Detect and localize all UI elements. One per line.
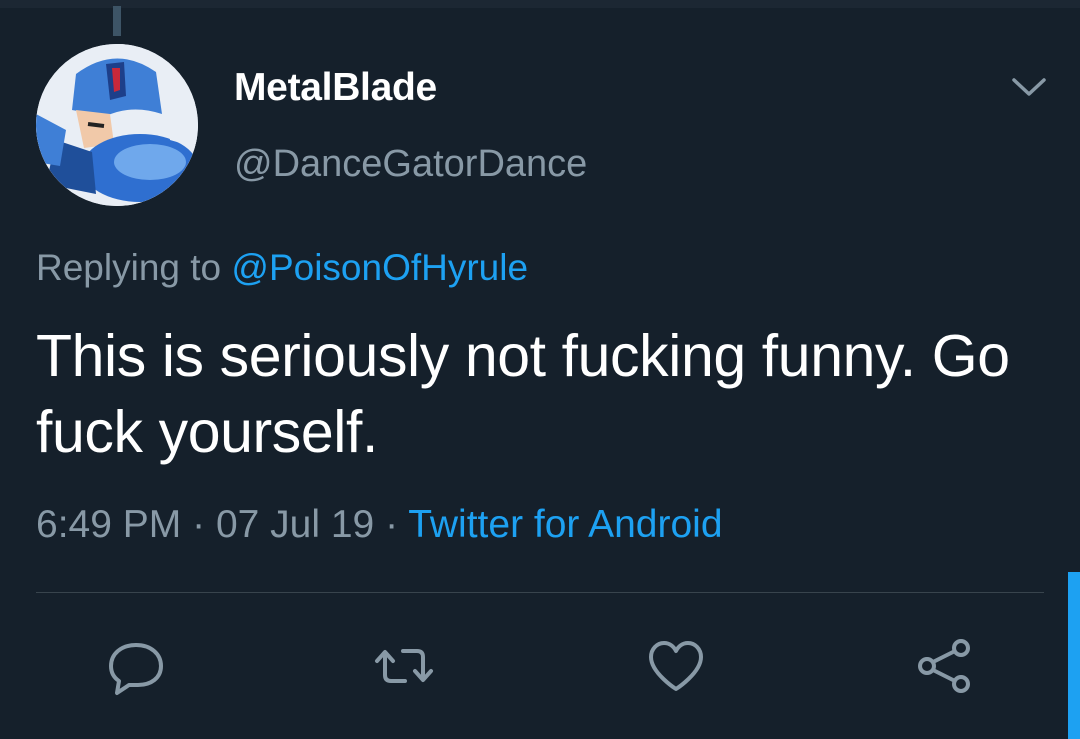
scrollbar[interactable]	[1068, 572, 1080, 739]
user-handle[interactable]: @DanceGatorDance	[234, 143, 587, 186]
avatar[interactable]	[36, 44, 198, 206]
like-button[interactable]	[644, 634, 708, 698]
display-name[interactable]: MetalBlade	[234, 66, 437, 110]
avatar-image	[36, 44, 198, 206]
tweet-text: This is seriously not fucking funny. Go …	[36, 323, 1010, 465]
top-strip	[0, 0, 1080, 8]
retweet-icon	[375, 649, 433, 683]
reply-context: Replying to @PoisonOfHyrule	[36, 247, 528, 289]
heart-icon	[649, 641, 703, 691]
reply-mention-link[interactable]: @PoisonOfHyrule	[231, 247, 528, 288]
tweet-time[interactable]: 6:49 PM	[36, 503, 181, 546]
meta-separator: ·	[192, 503, 206, 546]
share-icon	[918, 639, 970, 693]
share-button[interactable]	[912, 634, 976, 698]
reply-icon	[109, 643, 163, 695]
tweet-source-link[interactable]: Twitter for Android	[408, 503, 722, 546]
chevron-down-icon	[1012, 78, 1046, 96]
tweet-metadata: 6:49 PM · 07 Jul 19 · Twitter for Androi…	[36, 503, 723, 547]
tweet-date[interactable]: 07 Jul 19	[216, 503, 374, 546]
meta-separator: ·	[385, 503, 399, 546]
divider	[36, 592, 1044, 593]
reply-context-prefix: Replying to	[36, 247, 222, 288]
retweet-button[interactable]	[372, 634, 436, 698]
more-options-button[interactable]	[1010, 72, 1048, 102]
reply-button[interactable]	[104, 634, 168, 698]
thread-connector-line	[113, 6, 121, 36]
